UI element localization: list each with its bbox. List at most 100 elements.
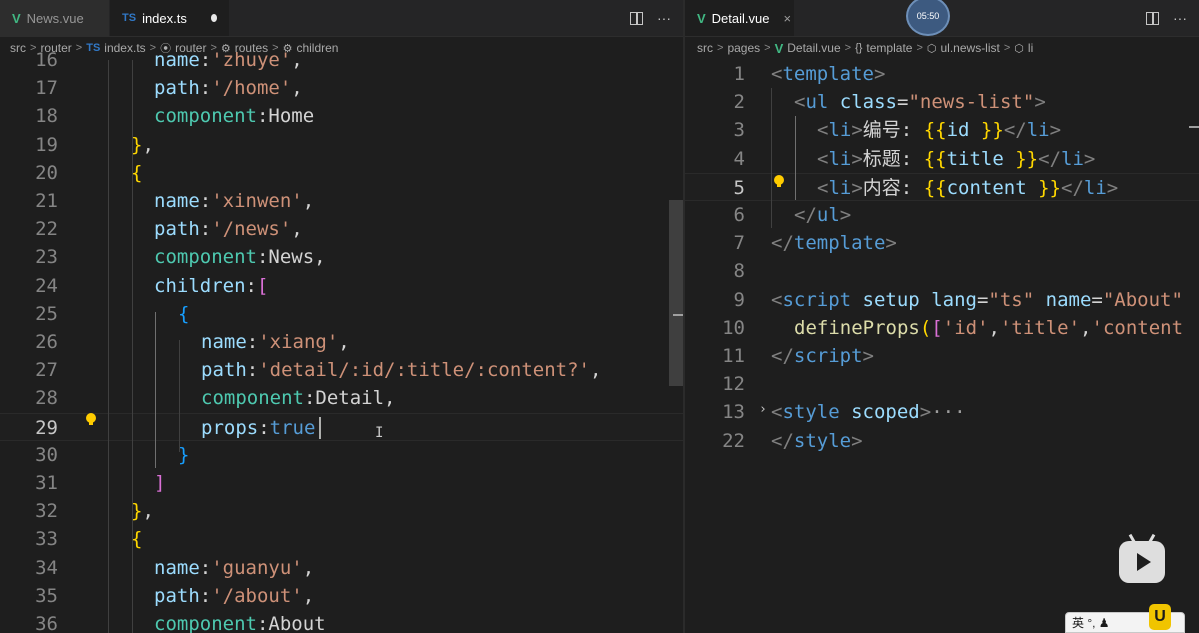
code-token: , [291, 77, 303, 100]
indent-guide [155, 312, 156, 468]
code-token: > [851, 119, 863, 142]
code-line[interactable]: 26 name:'xiang', [0, 328, 683, 356]
code-token: style [782, 401, 840, 424]
code-line[interactable]: 4 <li>标题: {{title }}</li> [685, 145, 1199, 173]
code-token: 'title' [999, 316, 1081, 339]
code-token: 'xinwen' [211, 190, 303, 212]
code-token: , [988, 316, 1000, 339]
code-token: style [793, 429, 852, 452]
line-number: 28 [35, 387, 58, 410]
code-token: name [154, 556, 200, 579]
code-line[interactable]: 22 path:'/news', [0, 215, 683, 243]
code-line[interactable]: 34 name:'guanyu', [0, 554, 683, 582]
line-number: 34 [35, 556, 58, 579]
split-editor-icon[interactable] [1146, 11, 1159, 25]
code-line[interactable]: 22 </style> [685, 427, 1199, 455]
tab-detail-vue[interactable]: V Detail.vue × [685, 0, 795, 36]
code-line[interactable]: 19}, [0, 131, 683, 159]
code-line[interactable]: 10 defineProps(['id','title','content [685, 314, 1199, 342]
code-line[interactable]: 7 </template> [685, 229, 1199, 257]
code-token: > [1106, 176, 1119, 199]
code-token: }} [980, 119, 1004, 142]
code-line[interactable]: 23 component:News, [0, 243, 683, 271]
code-line[interactable]: 9 <script setup lang="ts" name="About" [685, 286, 1199, 314]
code-editor-left[interactable]: 36 component:About 35 path:'/about', 34 name:… [0, 49, 683, 633]
code-token: '/home' [211, 77, 292, 100]
line-number: 11 [722, 345, 745, 367]
code-line[interactable]: 5 <li>内容: {{content }}</li> [685, 172, 1199, 201]
code-line[interactable]: 36 component:About [0, 610, 683, 633]
code-line[interactable]: 8 [685, 257, 1199, 285]
code-token: {{ [923, 119, 947, 142]
code-text: <li>标题: {{title }}</li> [817, 145, 1095, 173]
code-line[interactable]: 18 component:Home [0, 102, 683, 130]
code-token: , [1080, 316, 1092, 339]
code-token: news-list [919, 91, 1023, 114]
code-token: "About" [1102, 288, 1183, 311]
code-line[interactable]: 29 props:true [0, 412, 683, 441]
lightbulb-icon[interactable] [86, 413, 96, 425]
code-token: > [885, 232, 897, 255]
fold-chevron-icon[interactable]: › [759, 402, 767, 417]
unsaved-dot-icon[interactable] [210, 14, 217, 22]
code-token: : [246, 331, 259, 353]
more-actions-icon[interactable]: ··· [657, 10, 671, 26]
split-editor-icon[interactable] [630, 11, 643, 25]
play-video-button[interactable] [1119, 533, 1165, 583]
code-line[interactable]: 17 path:'/home', [0, 74, 683, 102]
breadcrumb-item[interactable]: ul.news-list [941, 41, 1000, 55]
scrollbar-thumb[interactable] [669, 200, 683, 386]
code-line[interactable]: 25 { [0, 300, 683, 328]
breadcrumb-item[interactable]: template [866, 41, 912, 55]
code-token: > [851, 176, 863, 199]
close-icon[interactable]: × [783, 11, 791, 26]
line-number: 1 [733, 63, 745, 85]
code-line[interactable]: 31] [0, 469, 683, 497]
code-line[interactable]: 6 </ul> [685, 201, 1199, 229]
editor-pane-right: V Detail.vue × ··· src > pages > V Detai… [685, 0, 1199, 633]
code-token: children [154, 274, 246, 297]
line-number: 21 [35, 190, 58, 212]
code-line[interactable]: 12 [685, 370, 1199, 398]
scrollbar-left[interactable] [669, 60, 683, 633]
code-token: : [246, 359, 259, 382]
code-token: , [589, 359, 602, 382]
code-line[interactable]: 30} [0, 441, 683, 469]
code-text: </ul> [794, 201, 851, 229]
lightbulb-icon[interactable] [774, 175, 784, 187]
code-line[interactable]: 3 <li>编号: {{id }}</li> [685, 116, 1199, 144]
code-line[interactable]: 35 path:'/about', [0, 582, 683, 610]
more-actions-icon[interactable]: ··· [1173, 10, 1187, 26]
code-token: lang [931, 288, 977, 311]
code-token: > [851, 147, 863, 170]
code-line[interactable]: 11 </script> [685, 342, 1199, 370]
code-line[interactable]: 32}, [0, 497, 683, 525]
line-number: 26 [35, 331, 58, 353]
code-token: 内容: [862, 176, 924, 199]
code-token: > [1034, 91, 1046, 114]
code-token: id [946, 119, 970, 142]
code-token: title [946, 147, 1004, 170]
code-text: name:'xinwen', [154, 187, 314, 215]
code-line[interactable]: 28 component:Detail, [0, 384, 683, 412]
code-token: script [782, 288, 852, 311]
code-token: path [154, 218, 200, 241]
code-line[interactable]: 2 <ul class="news-list"> [685, 88, 1199, 116]
scrollbar-right[interactable] [1189, 60, 1199, 633]
code-line[interactable]: 21 name:'xinwen', [0, 187, 683, 215]
code-line[interactable]: 1 <template> [685, 60, 1199, 88]
code-line[interactable]: 27 path:'detail/:id/:title/:content?', [0, 356, 683, 384]
breadcrumb-item[interactable]: pages [727, 41, 760, 55]
code-line[interactable]: 24 children:[ [0, 272, 683, 300]
tab-index-ts[interactable]: TS index.ts [110, 0, 230, 36]
breadcrumb-item[interactable]: li [1028, 41, 1033, 55]
breadcrumb-item[interactable]: src [697, 41, 713, 55]
tab-news-vue[interactable]: V News.vue [0, 0, 110, 36]
code-line[interactable]: 33{ [0, 525, 683, 553]
code-line[interactable]: 20{ [0, 159, 683, 187]
code-token: ] [154, 472, 166, 494]
code-token: true [269, 416, 316, 439]
code-line[interactable]: 16 name:'zhuye', [0, 46, 683, 74]
breadcrumb-item[interactable]: Detail.vue [787, 41, 840, 55]
